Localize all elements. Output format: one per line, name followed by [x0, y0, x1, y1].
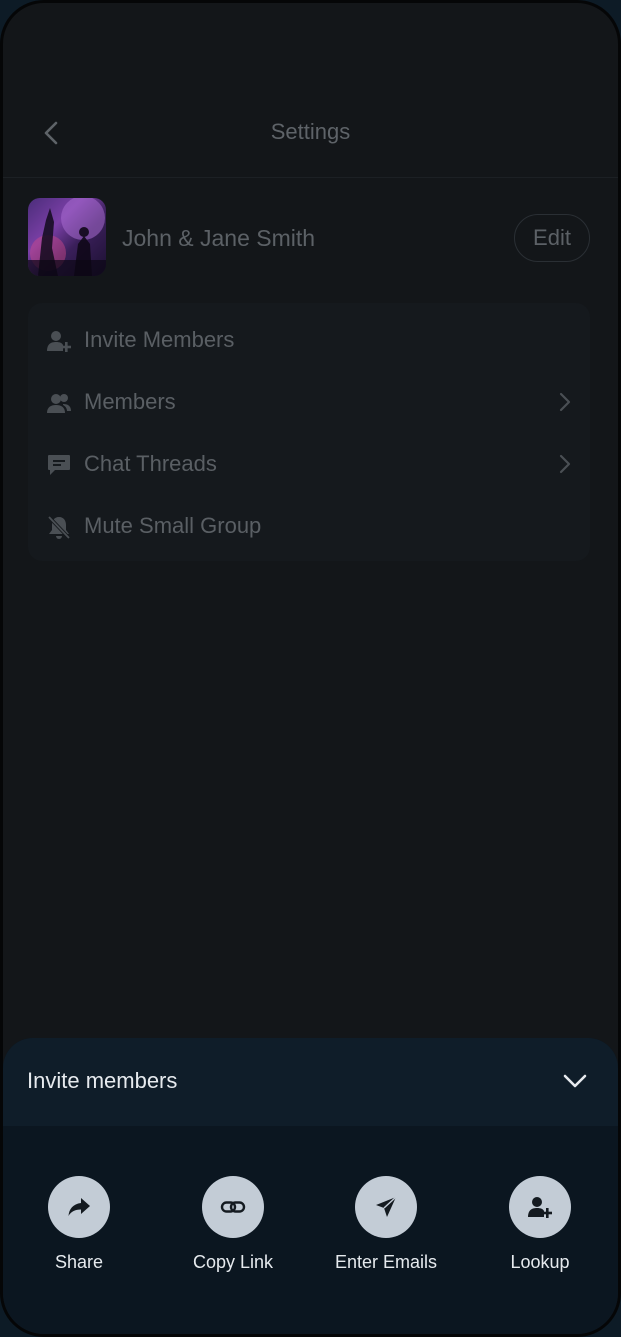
- enter-emails-button[interactable]: Enter Emails: [321, 1176, 451, 1273]
- invite-members-sheet: Invite members Share Copy Link Enter Ema…: [3, 1038, 618, 1334]
- action-label: Enter Emails: [334, 1252, 438, 1272]
- page-title: Settings: [270, 119, 351, 144]
- menu-item-invite-members[interactable]: Invite Members: [28, 309, 590, 371]
- menu-item-chat-threads[interactable]: Chat Threads: [28, 433, 590, 495]
- group-name: John & Jane Smith: [122, 225, 316, 251]
- share-arrow-icon: [68, 1198, 90, 1216]
- menu-item-label: Members: [84, 389, 176, 414]
- menu-item-mute-small-group[interactable]: Mute Small Group: [28, 495, 590, 557]
- menu-item-members[interactable]: Members: [28, 371, 590, 433]
- send-icon: [376, 1196, 397, 1217]
- share-circle: [48, 1176, 110, 1238]
- group-avatar: [28, 198, 106, 276]
- sheet-title: Invite members: [27, 1068, 178, 1093]
- menu-item-label: Invite Members: [84, 327, 235, 352]
- chevron-down-icon[interactable]: [562, 1070, 588, 1092]
- header: Settings: [3, 3, 618, 178]
- copy-link-circle: [202, 1176, 264, 1238]
- phone-screen: Settings John & Jane Smith Edit Invite M…: [0, 0, 621, 1337]
- link-icon: [220, 1201, 246, 1213]
- action-label: Share: [54, 1252, 104, 1272]
- bell-off-icon: [47, 515, 71, 540]
- copy-link-button[interactable]: Copy Link: [168, 1176, 298, 1273]
- chat-icon: [48, 455, 70, 475]
- enter-emails-circle: [355, 1176, 417, 1238]
- person-add-icon: [528, 1197, 552, 1218]
- chevron-right-icon: [559, 454, 571, 474]
- action-label: Copy Link: [192, 1252, 274, 1272]
- settings-menu: Invite Members Members Chat Threads Mute…: [28, 303, 590, 561]
- lookup-circle: [509, 1176, 571, 1238]
- share-button[interactable]: Share: [14, 1176, 144, 1273]
- people-icon: [47, 394, 71, 413]
- sheet-header: Invite members: [3, 1038, 618, 1126]
- lookup-button[interactable]: Lookup: [475, 1176, 605, 1273]
- menu-item-label: Chat Threads: [84, 451, 217, 476]
- action-label: Lookup: [510, 1252, 570, 1272]
- edit-button[interactable]: Edit: [514, 214, 590, 262]
- menu-item-label: Mute Small Group: [84, 513, 262, 538]
- person-add-icon: [47, 331, 71, 352]
- chevron-right-icon: [559, 392, 571, 412]
